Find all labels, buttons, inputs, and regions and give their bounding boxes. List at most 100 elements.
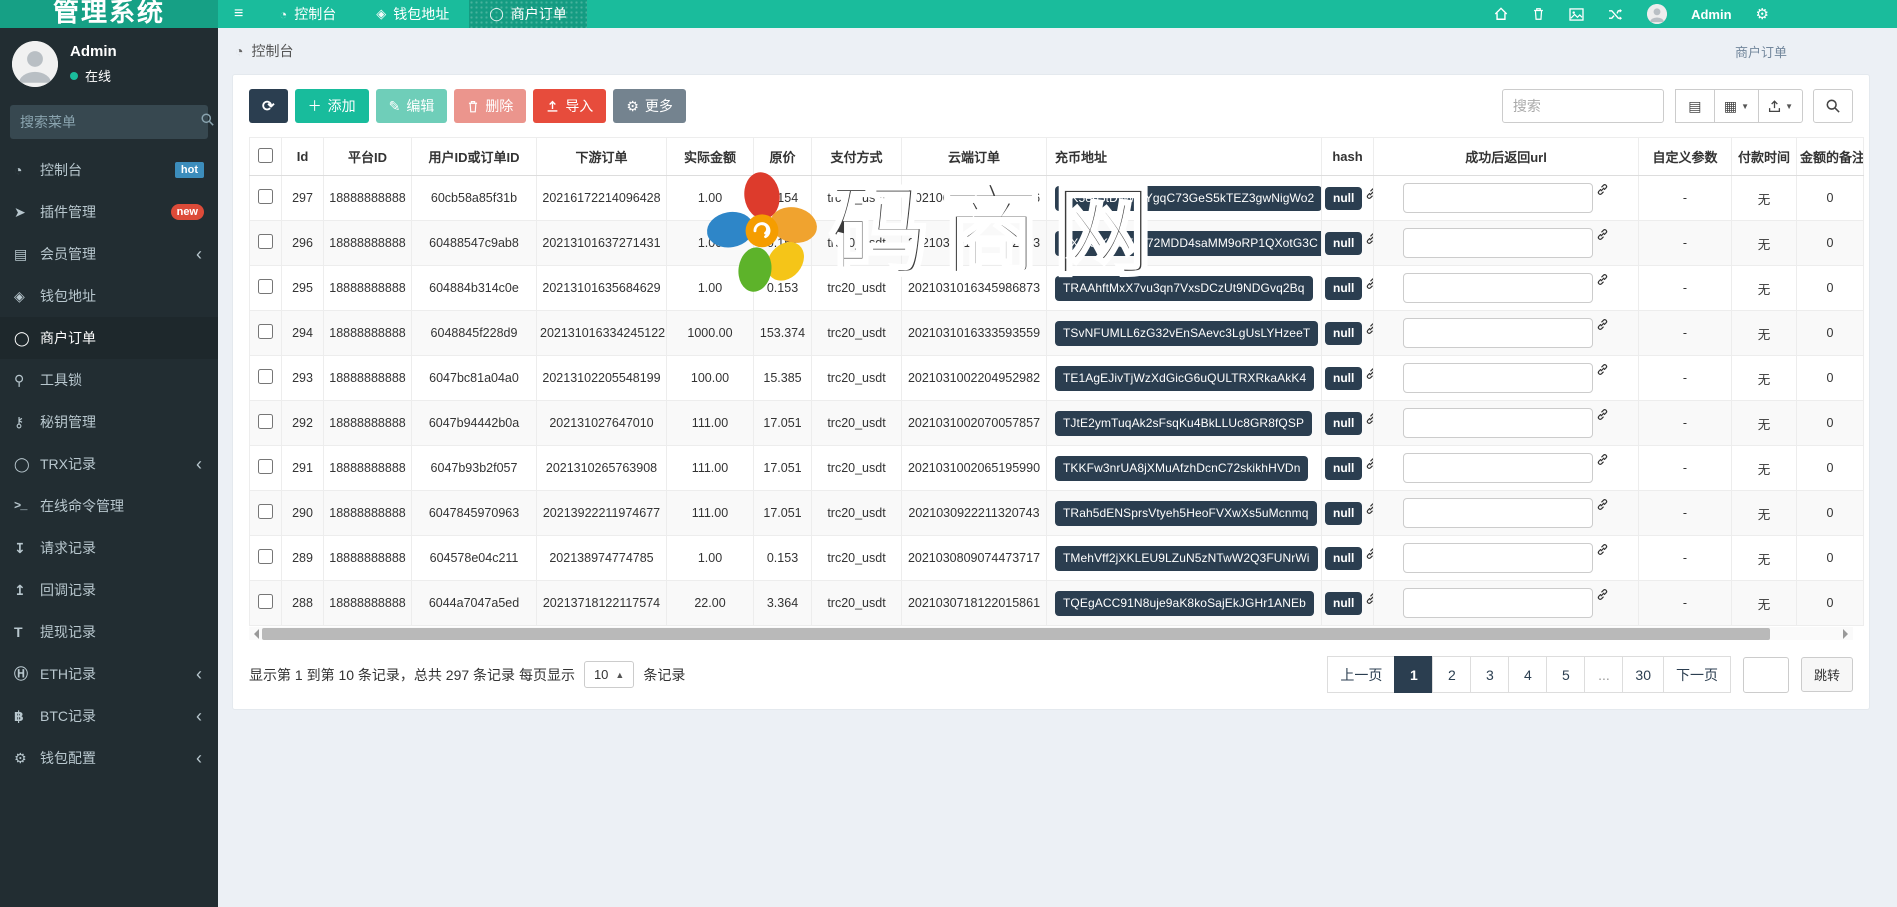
sidebar-item[interactable]: ⚷ 秘钥管理 <box>0 401 218 443</box>
more-button[interactable]: ⚙更多 <box>613 89 686 123</box>
row-checkbox[interactable] <box>258 414 273 429</box>
sidebar-item[interactable]: ➤ 插件管理 new <box>0 191 218 233</box>
scroll-right-arrow[interactable] <box>1843 629 1853 639</box>
page-button[interactable]: 5 <box>1546 656 1585 693</box>
jump-page-input[interactable] <box>1743 657 1789 693</box>
settings-gear-icon[interactable]: ⚙ <box>1756 5 1769 23</box>
cell-hash: null <box>1322 491 1374 536</box>
link-icon[interactable] <box>1365 502 1373 515</box>
link-icon[interactable] <box>1596 588 1609 601</box>
link-icon[interactable] <box>1596 543 1609 556</box>
page-size-dropdown[interactable]: 10▲ <box>584 661 634 688</box>
link-icon[interactable] <box>1365 457 1373 470</box>
export-button[interactable]: ▼ <box>1758 89 1803 123</box>
sidebar-item[interactable]: ◔ 控制台 hot <box>0 149 218 191</box>
select-all-checkbox[interactable] <box>258 148 273 163</box>
scrollbar-thumb[interactable] <box>262 628 1770 640</box>
edit-button[interactable]: ✎编辑 <box>376 89 448 123</box>
return-url-input[interactable] <box>1403 228 1593 258</box>
search-button[interactable] <box>1813 89 1853 123</box>
prev-page-button[interactable]: 上一页 <box>1327 656 1395 693</box>
row-checkbox[interactable] <box>258 459 273 474</box>
sidebar-item[interactable]: ฿ BTC记录 ‹ <box>0 695 218 737</box>
link-icon[interactable] <box>1365 187 1373 200</box>
link-icon[interactable] <box>1596 183 1609 196</box>
refresh-button[interactable]: ⟳ <box>249 89 288 123</box>
page-button[interactable]: 30 <box>1622 656 1664 693</box>
page-button[interactable]: 3 <box>1470 656 1509 693</box>
columns-button[interactable]: ▦ ▼ <box>1714 89 1759 123</box>
link-icon[interactable] <box>1596 273 1609 286</box>
return-url-input[interactable] <box>1403 408 1593 438</box>
link-icon[interactable] <box>1596 408 1609 421</box>
sidebar-search-input[interactable] <box>20 114 201 130</box>
sidebar-item[interactable]: >_ 在线命令管理 <box>0 485 218 527</box>
page-button[interactable]: 4 <box>1508 656 1547 693</box>
delete-button[interactable]: 删除 <box>454 89 526 123</box>
table-search-input[interactable] <box>1502 89 1664 123</box>
next-page-button[interactable]: 下一页 <box>1663 656 1731 693</box>
return-url-input[interactable] <box>1403 318 1593 348</box>
page-button[interactable]: 1 <box>1394 656 1433 693</box>
navbar-username[interactable]: Admin <box>1691 7 1731 22</box>
image-icon[interactable] <box>1569 8 1584 21</box>
row-checkbox[interactable] <box>258 189 273 204</box>
row-checkbox[interactable] <box>258 234 273 249</box>
link-icon[interactable] <box>1365 547 1373 560</box>
cell-custom-param: - <box>1639 356 1732 401</box>
sidebar-item[interactable]: ◈ 钱包地址 <box>0 275 218 317</box>
return-url-input[interactable] <box>1403 363 1593 393</box>
link-icon[interactable] <box>1365 322 1373 335</box>
sidebar-item[interactable]: ◯ 商户订单 <box>0 317 218 359</box>
row-checkbox[interactable] <box>258 504 273 519</box>
scroll-left-arrow[interactable] <box>249 629 259 639</box>
add-button[interactable]: ＋添加 <box>295 89 369 123</box>
link-icon[interactable] <box>1596 498 1609 511</box>
home-icon[interactable] <box>1494 7 1508 21</box>
link-icon[interactable] <box>1596 363 1609 376</box>
cell-platform-id: 18888888888 <box>324 356 412 401</box>
link-icon[interactable] <box>1365 277 1373 290</box>
link-icon[interactable] <box>1365 232 1373 245</box>
user-avatar-small[interactable] <box>1647 4 1667 24</box>
cell-user-order-id: 60488547c9ab8 <box>412 221 537 266</box>
return-url-input[interactable] <box>1403 498 1593 528</box>
return-url-input[interactable] <box>1403 588 1593 618</box>
sidebar-item[interactable]: ◯ TRX记录 ‹ <box>0 443 218 485</box>
sidebar-item[interactable]: Ⓗ ETH记录 ‹ <box>0 653 218 695</box>
link-icon[interactable] <box>1365 412 1373 425</box>
return-url-input[interactable] <box>1403 183 1593 213</box>
shuffle-icon[interactable] <box>1608 8 1623 21</box>
import-button[interactable]: 导入 <box>533 89 606 123</box>
detail-view-button[interactable]: ▤ <box>1675 89 1715 123</box>
sidebar-toggle-icon[interactable]: ≡ <box>218 0 259 28</box>
return-url-input[interactable] <box>1403 453 1593 483</box>
link-icon[interactable] <box>1596 228 1609 241</box>
cell-deposit-address: TSvNFUMLL6zG32vEnSAevc3LgUsLYHzeeT <box>1047 311 1322 356</box>
sidebar-item[interactable]: ↧ 请求记录 <box>0 527 218 569</box>
nav-tab[interactable]: ◈钱包地址 <box>356 0 469 28</box>
link-icon[interactable] <box>1365 592 1373 605</box>
nav-tab[interactable]: ◔控制台 <box>259 0 356 28</box>
page-button[interactable]: 2 <box>1432 656 1471 693</box>
nav-tab[interactable]: ◯商户订单 <box>469 0 587 28</box>
table-header-row: Id 平台ID 用户ID或订单ID 下游订单 实际金额 原价 支付方式 云端订单… <box>250 138 1864 176</box>
jump-button[interactable]: 跳转 <box>1801 657 1853 692</box>
return-url-input[interactable] <box>1403 543 1593 573</box>
sidebar-item[interactable]: T 提现记录 <box>0 611 218 653</box>
sidebar-item[interactable]: ⚙ 钱包配置 ‹ <box>0 737 218 779</box>
return-url-input[interactable] <box>1403 273 1593 303</box>
search-icon[interactable] <box>201 113 214 131</box>
sidebar-item[interactable]: ⚲ 工具锁 <box>0 359 218 401</box>
row-checkbox[interactable] <box>258 549 273 564</box>
row-checkbox[interactable] <box>258 279 273 294</box>
sidebar-item[interactable]: ▤ 会员管理 ‹ <box>0 233 218 275</box>
row-checkbox[interactable] <box>258 594 273 609</box>
row-checkbox[interactable] <box>258 369 273 384</box>
link-icon[interactable] <box>1596 453 1609 466</box>
trash-icon[interactable] <box>1532 7 1545 21</box>
link-icon[interactable] <box>1596 318 1609 331</box>
row-checkbox[interactable] <box>258 324 273 339</box>
sidebar-item[interactable]: ↥ 回调记录 <box>0 569 218 611</box>
link-icon[interactable] <box>1365 367 1373 380</box>
